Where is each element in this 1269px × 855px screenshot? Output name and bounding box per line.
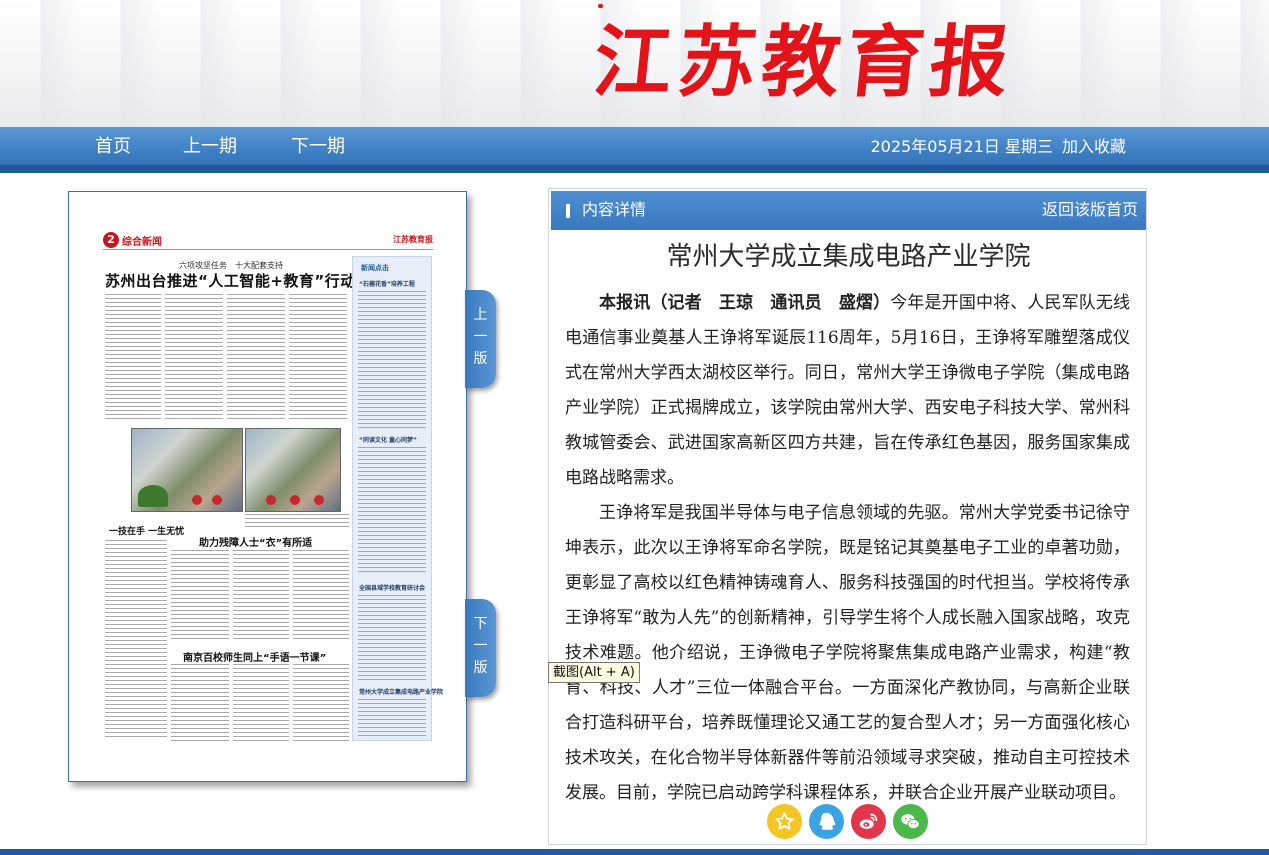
article-text-block[interactable] bbox=[293, 550, 349, 642]
page-section-name: 综合新闻 bbox=[122, 237, 162, 248]
sub-headline[interactable]: 一技在手 一生无忧 bbox=[109, 524, 184, 537]
wechat-logo-icon bbox=[901, 814, 920, 830]
sub-headline[interactable]: 助力残障人士“衣”有所适 bbox=[199, 534, 312, 549]
photo-figure bbox=[290, 495, 300, 505]
star-icon bbox=[775, 812, 794, 830]
sidebar-title: 新闻点击 bbox=[361, 264, 389, 272]
page-header: 2 综合新闻 江苏教育报 bbox=[103, 232, 433, 250]
photo-figure bbox=[314, 495, 324, 505]
nav-bar: 首页 上一期 下一期 2025年05月21日 星期三 加入收藏 bbox=[0, 127, 1269, 173]
logo-dot bbox=[598, 4, 603, 8]
weibo-icon[interactable] bbox=[851, 804, 886, 839]
sidebar-heading[interactable]: “石榴花香”培养工程 bbox=[359, 279, 415, 288]
page-number-badge: 2 bbox=[103, 232, 119, 248]
article-body: 本报讯（记者 王琼 通讯员 盛熠）今年是开国中将、人民军队无线电通信事业奠基人王… bbox=[565, 286, 1130, 811]
article-text-block[interactable] bbox=[227, 294, 285, 422]
article-text-block[interactable] bbox=[233, 664, 289, 744]
article-text-block[interactable] bbox=[171, 550, 229, 642]
footer-bar bbox=[0, 849, 1269, 855]
sidebar-text-block[interactable] bbox=[358, 291, 426, 429]
prev-page-tab-label: 上一版 bbox=[473, 307, 488, 367]
article-paragraph: 王诤将军是我国半导体与电子信息领域的先驱。常州大学党委书记徐守坤表示，此次以王诤… bbox=[565, 503, 1130, 803]
sub-headline[interactable]: 南京百校师生同上“手语一节课” bbox=[183, 649, 326, 664]
issue-date: 2025年05月21日 星期三 bbox=[870, 137, 1053, 156]
nav-next-issue-link[interactable]: 下一期 bbox=[291, 135, 345, 159]
article-text-block[interactable] bbox=[233, 550, 289, 642]
screenshot-tooltip: 截图(Alt + A) bbox=[548, 662, 640, 683]
panel-header-marker bbox=[566, 204, 570, 218]
next-page-tab-label: 下一版 bbox=[473, 616, 488, 676]
wechat-icon[interactable] bbox=[893, 804, 928, 839]
photo-figure bbox=[212, 495, 222, 505]
next-page-tab[interactable]: 下一版 bbox=[465, 599, 496, 697]
news-photo[interactable] bbox=[131, 428, 243, 512]
sidebar-heading[interactable]: 全国县域学校教育研讨会 bbox=[359, 583, 425, 592]
page-mini-logo: 江苏教育报 bbox=[393, 235, 433, 244]
news-photo[interactable] bbox=[245, 428, 341, 512]
newspaper-page-preview[interactable]: 2 综合新闻 江苏教育报 六项攻坚任务 十大配套支持 苏州出台推进“人工智能+教… bbox=[68, 191, 467, 782]
panel-title: 内容详情 bbox=[582, 200, 647, 219]
sidebar-text-block[interactable] bbox=[358, 699, 426, 737]
page-sidebar: 新闻点击 “石榴花香”培养工程 “同读文化 童心同梦” 全国县域学校教育研讨会 … bbox=[352, 256, 443, 741]
sidebar-heading[interactable]: “同读文化 童心同梦” bbox=[359, 435, 417, 444]
photo-figure bbox=[192, 495, 202, 505]
penguin-icon bbox=[819, 812, 836, 830]
article-text-block[interactable] bbox=[171, 664, 229, 744]
article-text-block[interactable] bbox=[105, 294, 161, 422]
sidebar-text-block[interactable] bbox=[358, 595, 426, 681]
prev-page-tab[interactable]: 上一版 bbox=[465, 290, 496, 388]
add-favorite-link[interactable]: 加入收藏 bbox=[1062, 136, 1126, 158]
panel-header: 内容详情 返回该版首页 bbox=[551, 191, 1146, 230]
sidebar-text-block[interactable] bbox=[358, 447, 426, 575]
photo-figure bbox=[266, 495, 276, 505]
nav-home-link[interactable]: 首页 bbox=[95, 135, 131, 159]
sidebar-heading[interactable]: 常州大学成立集成电路产业学院 bbox=[359, 687, 443, 696]
weibo-logo-icon bbox=[859, 813, 878, 829]
article-text-block[interactable] bbox=[293, 664, 349, 744]
newspaper-logo: 江苏教育报 bbox=[589, 17, 1019, 108]
article-byline: 本报讯（记者 王琼 通讯员 盛熠） bbox=[599, 293, 891, 313]
photo-caption bbox=[245, 514, 349, 528]
back-to-page-link[interactable]: 返回该版首页 bbox=[1042, 199, 1138, 221]
qq-icon[interactable] bbox=[809, 804, 844, 839]
article-text-block[interactable] bbox=[105, 540, 167, 740]
favorite-star-icon[interactable] bbox=[767, 804, 802, 839]
page-lead-headline[interactable]: 苏州出台推进“人工智能+教育”行动方案 bbox=[105, 270, 387, 291]
article-text-block[interactable] bbox=[289, 294, 347, 422]
photo-plant bbox=[138, 485, 168, 507]
article-paragraph-text: 今年是开国中将、人民军队无线电通信事业奠基人王诤将军诞辰116周年，5月16日，… bbox=[565, 293, 1131, 488]
nav-bar-bottom-line bbox=[0, 165, 1269, 173]
article-paragraph: 本报讯（记者 王琼 通讯员 盛熠）今年是开国中将、人民军队无线电通信事业奠基人王… bbox=[565, 286, 1130, 496]
article-title: 常州大学成立集成电路产业学院 bbox=[666, 242, 1031, 272]
masthead: 江苏教育报 bbox=[0, 0, 1269, 127]
article-text-block[interactable] bbox=[165, 294, 223, 422]
nav-prev-issue-link[interactable]: 上一期 bbox=[183, 135, 237, 159]
article-panel: 内容详情 返回该版首页 常州大学成立集成电路产业学院 本报讯（记者 王琼 通讯员… bbox=[548, 188, 1147, 845]
